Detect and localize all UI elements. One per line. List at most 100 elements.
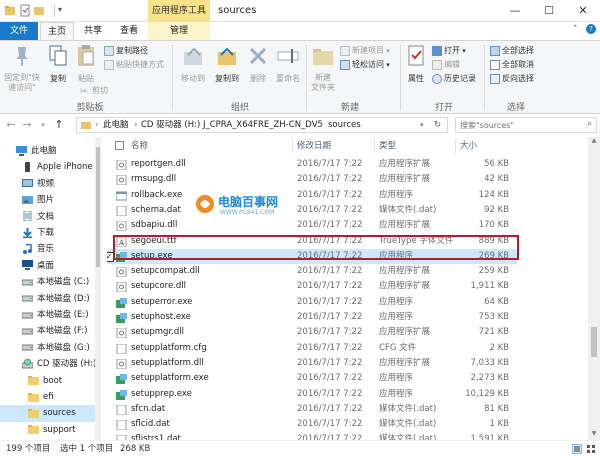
- forward-button[interactable]: →: [20, 118, 34, 132]
- properties-quick-icon[interactable]: [19, 4, 31, 17]
- back-button[interactable]: ←: [4, 118, 18, 132]
- file-row[interactable]: sflistrs1.dat 2016/7/17 7:22 媒体文件(.dat) 1,5…: [107, 432, 517, 440]
- scroll-down-icon[interactable]: ▼: [588, 430, 600, 440]
- tab-file[interactable]: 文件: [0, 22, 38, 40]
- file-size: 7,033 KB: [470, 357, 509, 368]
- copy-button[interactable]: 复制: [44, 43, 72, 84]
- nav-item-sources[interactable]: sources: [0, 405, 95, 423]
- help-icon[interactable]: ?: [586, 24, 596, 34]
- collapse-ribbon-icon[interactable]: ˄: [573, 25, 578, 35]
- nav-item-[interactable]: 文档: [0, 209, 95, 226]
- tab-home[interactable]: 主页: [40, 22, 74, 40]
- close-button[interactable]: ✕: [566, 0, 600, 22]
- large-icons-view-icon[interactable]: [586, 444, 596, 454]
- nav-item-[interactable]: 下载: [0, 225, 95, 242]
- column-header-name[interactable]: 名称: [131, 137, 148, 155]
- file-row[interactable]: setupcompat.dll 2016/7/17 7:22 应用程序扩展 259 K…: [107, 264, 517, 280]
- move-to-button[interactable]: 移动到: [176, 43, 210, 84]
- file-row[interactable]: setuphost.exe 2016/7/17 7:22 应用程序 753 KB: [107, 310, 517, 326]
- nav-scrollbar[interactable]: [95, 137, 101, 440]
- file-row[interactable]: setupprep.exe 2016/7/17 7:22 应用程序 10,129 KB: [107, 387, 517, 403]
- refresh-icon[interactable]: ↻: [434, 118, 441, 132]
- nav-item-[interactable]: 此电脑: [0, 143, 95, 160]
- tab-share[interactable]: 共享: [76, 22, 110, 40]
- breadcrumb-this-pc[interactable]: 此电脑: [103, 118, 129, 132]
- nav-item-[interactable]: 视频: [0, 176, 95, 193]
- copy-to-button[interactable]: 复制到: [210, 43, 244, 84]
- search-box[interactable]: ⌕: [455, 117, 597, 133]
- quick-access-dropdown-icon[interactable]: ▾: [58, 5, 62, 14]
- nav-item-d[interactable]: 本地磁盘 (D:): [0, 291, 95, 308]
- minimize-button[interactable]: —: [498, 0, 532, 22]
- file-row[interactable]: setupmgr.dll 2016/7/17 7:22 应用程序扩展 721 KB: [107, 325, 517, 341]
- file-name: sflcid.dat: [131, 419, 170, 430]
- tab-manage[interactable]: 管理: [148, 22, 210, 40]
- recent-locations-button[interactable]: ▾: [36, 118, 50, 132]
- paste-shortcut-button[interactable]: 粘贴快捷方式: [104, 58, 164, 71]
- up-button[interactable]: ↑: [52, 118, 66, 132]
- invert-selection-button[interactable]: 反向选择: [490, 72, 534, 85]
- breadcrumb-sources[interactable]: sources: [328, 118, 361, 132]
- nav-item-c[interactable]: 本地磁盘 (C:): [0, 274, 95, 291]
- file-row[interactable]: sfcn.dat 2016/7/17 7:22 媒体文件(.dat) 81 KB: [107, 402, 517, 418]
- new-item-button[interactable]: 新建项目 ▾: [340, 44, 390, 57]
- paste-button[interactable]: 粘贴: [72, 43, 100, 84]
- column-header-date[interactable]: 修改日期: [297, 137, 331, 155]
- search-input[interactable]: [456, 118, 576, 132]
- file-type: 媒体文件(.dat): [379, 204, 437, 215]
- address-bar[interactable]: › 此电脑 › CD 驱动器 (H:) J_CPRA_X64FRE_ZH-CN_…: [76, 117, 448, 133]
- file-size: 92 KB: [484, 204, 509, 215]
- file-row[interactable]: sflcid.dat 2016/7/17 7:22 媒体文件(.dat) 1 KB: [107, 417, 517, 433]
- nav-scrollbar-thumb[interactable]: [96, 147, 100, 267]
- properties-button[interactable]: 属性: [402, 43, 430, 84]
- column-header-size[interactable]: 大小: [460, 137, 477, 155]
- file-row[interactable]: schema.dat 2016/7/17 7:22 媒体文件(.dat) 92 KB: [107, 203, 517, 219]
- file-row[interactable]: rollback.exe 2016/7/17 7:22 应用程序 124 KB: [107, 188, 517, 204]
- delete-button[interactable]: 删除: [244, 43, 272, 84]
- file-row[interactable]: setupplatform.cfg 2016/7/17 7:22 CFG 文件 2 K…: [107, 341, 517, 357]
- nav-item-g[interactable]: 本地磁盘 (G:): [0, 340, 95, 357]
- history-button[interactable]: 历史记录: [432, 72, 476, 85]
- move-to-label: 移动到: [181, 74, 205, 83]
- column-header-type[interactable]: 类型: [379, 137, 396, 155]
- nav-item-efi[interactable]: efi: [0, 389, 95, 406]
- nav-item-apple-iphone[interactable]: Apple iPhone: [0, 159, 95, 176]
- address-dropdown-icon[interactable]: ▾: [420, 118, 424, 132]
- details-view-icon[interactable]: [572, 444, 582, 454]
- maximize-button[interactable]: ☐: [532, 0, 566, 22]
- file-list-scrollbar[interactable]: ▲ ▼: [588, 137, 600, 440]
- rename-button[interactable]: 重命名: [272, 43, 304, 84]
- cut-button[interactable]: ✂ 剪切: [80, 84, 108, 97]
- file-list-scrollbar-thumb[interactable]: [591, 327, 597, 357]
- new-folder-button[interactable]: 新建 文件夹: [308, 43, 338, 93]
- file-row[interactable]: rmsupg.dll 2016/7/17 7:22 应用程序扩展 42 KB: [107, 172, 517, 188]
- tab-view[interactable]: 查看: [112, 22, 146, 40]
- file-row[interactable]: setupplatform.exe 2016/7/17 7:22 应用程序 2,273…: [107, 371, 517, 387]
- easy-access-button[interactable]: 轻松访问 ▾: [340, 58, 390, 71]
- nav-item-support[interactable]: support: [0, 422, 95, 439]
- nav-item-[interactable]: 图片: [0, 192, 95, 209]
- file-row[interactable]: setupplatform.dll 2016/7/17 7:22 应用程序扩展 7,0…: [107, 356, 517, 372]
- nav-item-e[interactable]: 本地磁盘 (E:): [0, 307, 95, 324]
- nav-item-boot[interactable]: boot: [0, 373, 95, 390]
- nav-item-[interactable]: 音乐: [0, 241, 95, 258]
- scroll-up-icon[interactable]: ▲: [588, 137, 600, 147]
- search-icon[interactable]: ⌕: [587, 119, 592, 129]
- nav-item-[interactable]: 桌面: [0, 258, 95, 275]
- nav-item-cd-h[interactable]: CD 驱动器 (H:): [0, 356, 96, 373]
- pin-quick-access-button[interactable]: 固定到"快速访问": [2, 43, 42, 93]
- file-row[interactable]: reportgen.dll 2016/7/17 7:22 应用程序扩展 56 KB: [107, 157, 517, 173]
- edit-button[interactable]: 编辑: [432, 58, 460, 71]
- new-folder-quick-icon[interactable]: [33, 4, 45, 17]
- select-none-button[interactable]: 全部取消: [490, 58, 534, 71]
- select-all-button[interactable]: 全部选择: [490, 44, 534, 57]
- file-row[interactable]: setuperror.exe 2016/7/17 7:22 应用程序 64 KB: [107, 295, 517, 311]
- open-button[interactable]: 打开 ▾: [432, 44, 466, 57]
- file-row[interactable]: sdbapiu.dll 2016/7/17 7:22 应用程序扩展 170 KB: [107, 218, 517, 234]
- file-type: 应用程序: [379, 312, 414, 322]
- breadcrumb-cd-drive[interactable]: CD 驱动器 (H:) J_CPRA_X64FRE_ZH-CN_DV5: [141, 118, 323, 132]
- file-row[interactable]: setupcore.dll 2016/7/17 7:22 应用程序扩展 1,911 K…: [107, 279, 517, 295]
- nav-item-f[interactable]: 本地磁盘 (F:): [0, 323, 95, 340]
- select-all-checkbox[interactable]: [115, 141, 124, 150]
- copy-path-button[interactable]: 复制路径: [104, 44, 148, 57]
